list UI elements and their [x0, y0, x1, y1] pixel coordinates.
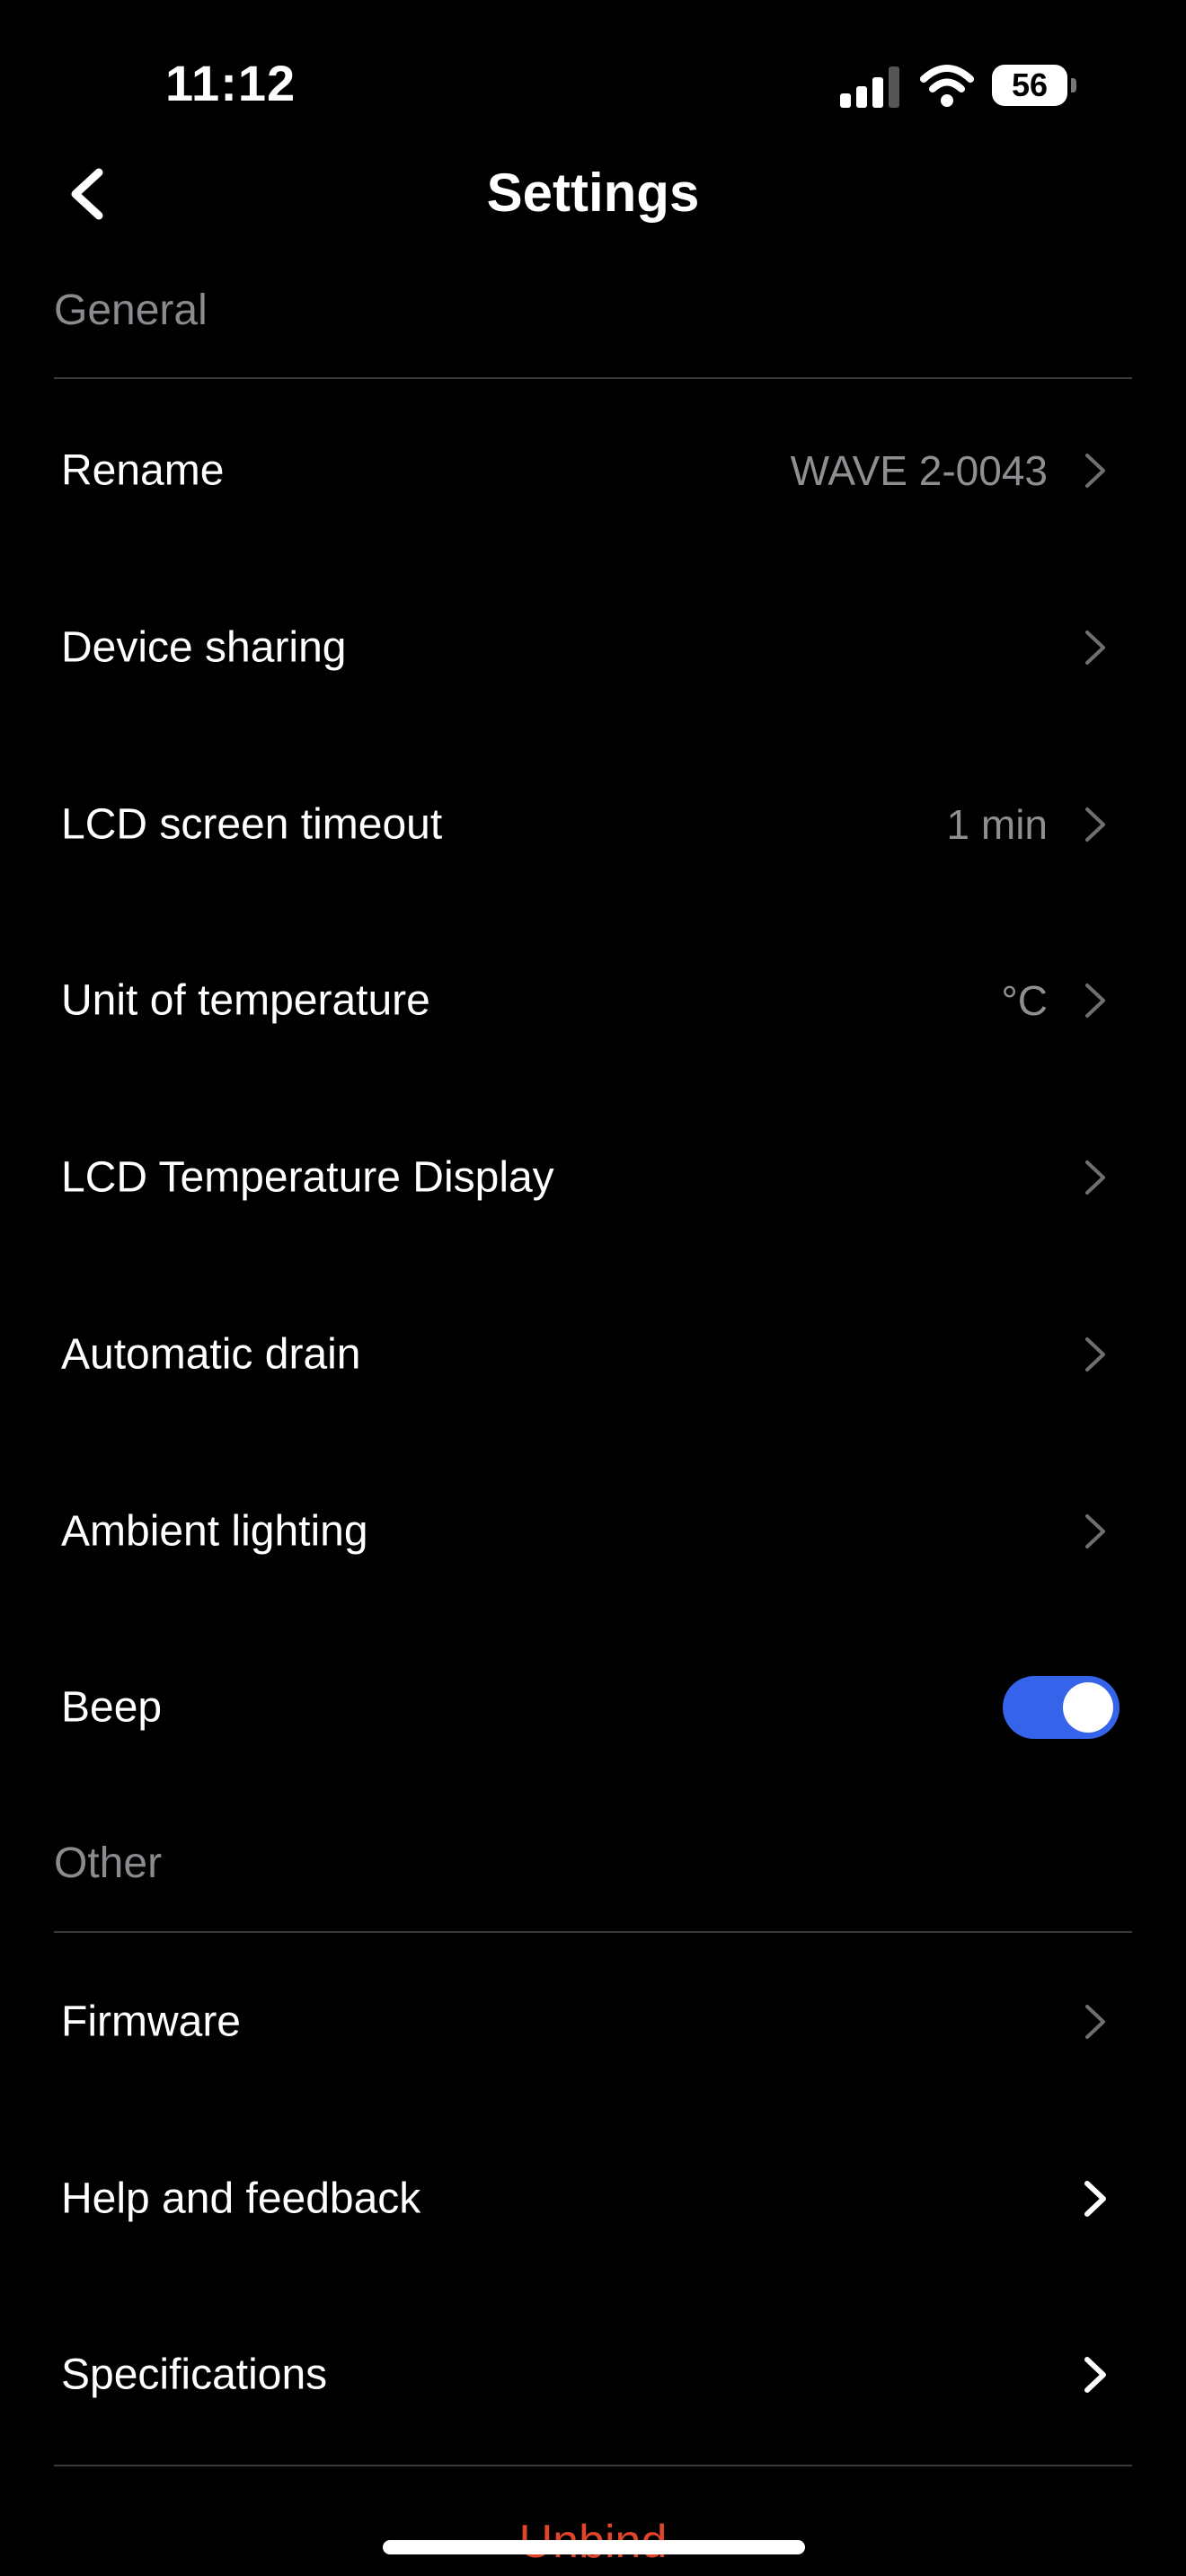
row-label: Rename [61, 446, 225, 495]
battery-icon: 56 [992, 65, 1078, 108]
beep-toggle[interactable] [1003, 1676, 1120, 1739]
row-label: LCD Temperature Display [61, 1153, 554, 1202]
chevron-right-icon [1085, 454, 1105, 488]
row-value: 1 min [946, 801, 1048, 848]
row-label: Beep [61, 1683, 163, 1732]
row-label: Device sharing [61, 623, 347, 672]
row-specifications[interactable]: Specifications [0, 2287, 1186, 2463]
cellular-signal-icon [840, 66, 899, 108]
row-beep: Beep [0, 1619, 1186, 1795]
battery-level: 56 [1011, 66, 1049, 103]
row-label: Automatic drain [61, 1330, 361, 1379]
row-label: Help and feedback [61, 2175, 421, 2223]
chevron-right-icon [1085, 2005, 1105, 2039]
chevron-right-icon [1084, 2181, 1106, 2217]
chevron-right-icon [1085, 984, 1105, 1018]
row-label: Unit of temperature [61, 976, 430, 1025]
status-time: 11:12 [165, 55, 296, 111]
row-automatic-drain[interactable]: Automatic drain [0, 1266, 1186, 1442]
wifi-icon [920, 65, 974, 107]
row-lcd-screen-timeout[interactable]: LCD screen timeout 1 min [0, 737, 1186, 913]
chevron-right-icon [1085, 1337, 1105, 1372]
toggle-knob [1063, 1682, 1113, 1733]
section-label-general: General [54, 287, 208, 334]
row-lcd-temperature-display[interactable]: LCD Temperature Display [0, 1090, 1186, 1266]
battery-tip [1071, 78, 1076, 93]
row-label: Specifications [61, 2351, 328, 2399]
chevron-right-icon [1085, 1160, 1105, 1195]
row-label: Firmware [61, 1998, 241, 2046]
chevron-right-icon [1085, 807, 1105, 842]
row-help-and-feedback[interactable]: Help and feedback [0, 2111, 1186, 2287]
row-firmware[interactable]: Firmware [0, 1934, 1186, 2110]
row-unit-of-temperature[interactable]: Unit of temperature °C [0, 913, 1186, 1089]
row-rename[interactable]: Rename WAVE 2-0043 [0, 383, 1186, 559]
row-ambient-lighting[interactable]: Ambient lighting [0, 1443, 1186, 1619]
chevron-right-icon [1084, 2357, 1106, 2393]
row-device-sharing[interactable]: Device sharing [0, 560, 1186, 736]
status-bar: 11:12 56 [0, 0, 1186, 171]
chevron-right-icon [1085, 631, 1105, 665]
home-indicator [383, 2540, 805, 2554]
divider-bottom [54, 2465, 1132, 2466]
section-label-other: Other [54, 1839, 163, 1887]
row-value: WAVE 2-0043 [790, 447, 1048, 494]
chevron-right-icon [1085, 1514, 1105, 1548]
divider-general [54, 377, 1132, 379]
divider-other [54, 1931, 1132, 1933]
row-label: LCD screen timeout [61, 800, 443, 849]
row-value: °C [1001, 977, 1048, 1024]
page-title: Settings [486, 163, 700, 223]
row-label: Ambient lighting [61, 1507, 368, 1556]
